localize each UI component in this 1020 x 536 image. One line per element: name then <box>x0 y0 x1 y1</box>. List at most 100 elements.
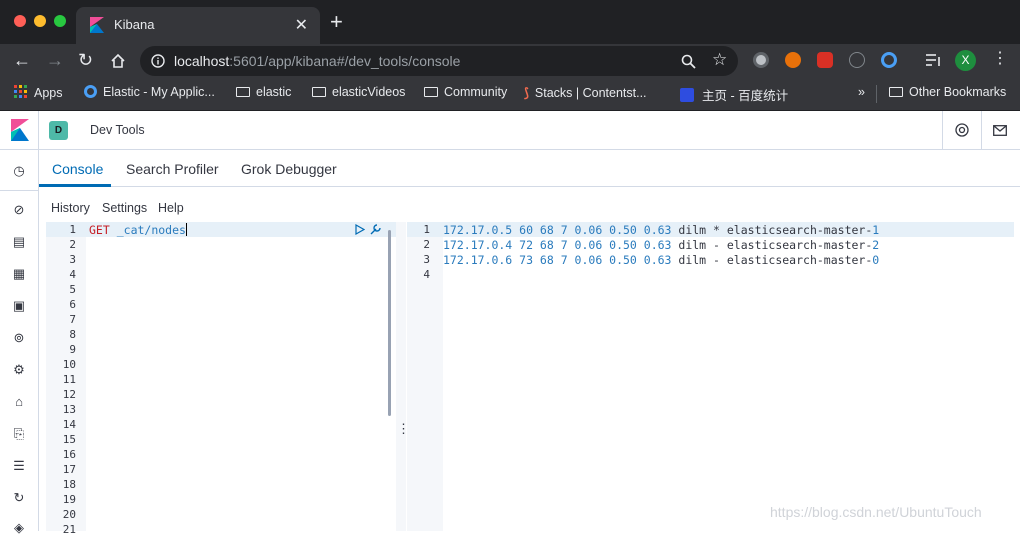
bookmark-other-bookmarks[interactable]: Other Bookmarks <box>889 85 1006 99</box>
line-number: 4 <box>69 268 76 281</box>
bookmark-elastic[interactable]: elastic <box>236 85 291 99</box>
header-divider <box>981 111 982 150</box>
breadcrumb-dev-tools: Dev Tools <box>90 123 145 137</box>
response-line: 172.17.0.4 72 68 7 0.06 0.50 0.63 dilm -… <box>443 238 879 252</box>
space-selector-avatar[interactable]: D <box>49 121 68 140</box>
bookmark-elasticvideos[interactable]: elasticVideos <box>312 85 405 99</box>
extension-blue-icon[interactable] <box>881 52 897 68</box>
logs-icon[interactable]: ⎘ <box>12 427 26 441</box>
browser-tab[interactable]: Kibana ✕ <box>76 7 320 44</box>
stacks-logo-icon: ⟆ <box>524 86 529 100</box>
search-icon[interactable] <box>681 54 696 69</box>
uptime-icon[interactable]: ↻ <box>12 491 26 505</box>
browser-menu-icon[interactable]: ⋮ <box>992 49 1008 69</box>
reading-list-icon[interactable] <box>925 53 941 67</box>
baidu-paw-icon <box>680 88 694 102</box>
line-number: 18 <box>62 478 76 491</box>
extension-record-icon[interactable] <box>753 52 769 68</box>
tab-console[interactable]: Console <box>52 161 103 177</box>
line-number: 19 <box>62 493 76 506</box>
response-node-index: 0 <box>872 253 880 267</box>
help-menu-link[interactable]: Help <box>158 201 184 215</box>
send-request-play-icon[interactable] <box>355 224 365 235</box>
line-number: 4 <box>423 268 430 281</box>
request-path: _cat/nodes <box>116 223 186 237</box>
history-menu-link[interactable]: History <box>51 201 90 215</box>
canvas-icon[interactable]: ▣ <box>12 299 26 313</box>
response-numeric-text: 172.17.0.5 60 68 7 0.06 0.50 0.63 <box>443 223 672 237</box>
line-number: 3 <box>69 253 76 266</box>
dashboard-icon[interactable]: ▦ <box>12 267 26 281</box>
new-tab-icon[interactable]: + <box>330 11 343 33</box>
folder-icon <box>424 87 438 97</box>
line-number: 6 <box>69 298 76 311</box>
nav-divider <box>0 190 38 191</box>
extension-network-icon[interactable] <box>785 52 801 68</box>
help-icon[interactable] <box>955 123 969 137</box>
line-number: 7 <box>69 313 76 326</box>
response-node-text: dilm - elasticsearch-master- <box>671 238 873 252</box>
response-node-index: 2 <box>872 238 880 252</box>
minimize-window-button[interactable] <box>34 15 46 27</box>
line-number: 14 <box>62 418 76 431</box>
request-method: GET <box>89 223 110 237</box>
bookmark-star-icon[interactable]: ☆ <box>712 50 727 70</box>
active-tab-indicator <box>39 184 111 187</box>
bookmark-apps[interactable]: Apps <box>14 85 63 100</box>
kibana-header: D Dev Tools <box>0 111 1020 150</box>
bookmark-stacks-contentstack[interactable]: ⟆ Stacks | Contentst... <box>524 85 647 100</box>
profile-avatar[interactable]: X <box>955 50 976 71</box>
dev-tools-tabs: Console Search Profiler Grok Debugger <box>39 150 1020 187</box>
response-node-index: 1 <box>872 223 880 237</box>
newsfeed-mail-icon[interactable] <box>993 125 1007 136</box>
line-number: 15 <box>62 433 76 446</box>
response-numeric-text: 172.17.0.6 73 68 7 0.06 0.50 0.63 <box>443 253 672 267</box>
line-number: 8 <box>69 328 76 341</box>
maximize-window-button[interactable] <box>54 15 66 27</box>
infrastructure-icon[interactable]: ⌂ <box>12 395 26 409</box>
close-window-button[interactable] <box>14 15 26 27</box>
ml-icon[interactable]: ⚙ <box>12 363 26 377</box>
bookmark-elastic-my-applic[interactable]: Elastic - My Applic... <box>84 85 215 99</box>
visualize-chart-icon[interactable]: ▤ <box>12 235 26 249</box>
folder-icon <box>312 87 326 97</box>
reload-icon[interactable]: ↻ <box>78 49 93 71</box>
request-editor[interactable] <box>86 222 396 531</box>
wrench-actions-icon[interactable] <box>369 223 382 236</box>
recently-viewed-clock-icon[interactable]: ◷ <box>12 164 26 178</box>
bookmarks-overflow-button[interactable]: » <box>858 85 865 99</box>
settings-menu-link[interactable]: Settings <box>102 201 147 215</box>
info-icon[interactable] <box>151 54 165 68</box>
bookmark-baidu-tongji[interactable]: 主页 - 百度统计 <box>680 85 788 104</box>
bookmarks-divider <box>876 85 877 103</box>
tab-grok-debugger[interactable]: Grok Debugger <box>241 161 337 177</box>
close-tab-icon[interactable]: ✕ <box>295 15 308 35</box>
siem-icon[interactable]: ◈ <box>12 521 26 535</box>
line-number: 3 <box>423 253 430 266</box>
watermark-text: https://blog.csdn.net/UbuntuTouch <box>770 504 982 520</box>
line-number: 10 <box>62 358 76 371</box>
extension-info-icon[interactable] <box>849 52 865 68</box>
home-icon[interactable] <box>110 53 126 69</box>
discover-compass-icon[interactable]: ⊘ <box>12 203 26 217</box>
bookmarks-bar: Apps Elastic - My Applic... elastic elas… <box>0 78 1020 111</box>
forward-icon[interactable]: → <box>46 49 64 71</box>
address-bar[interactable]: localhost:5601/app/kibana#/dev_tools/con… <box>140 46 738 76</box>
line-number: 1 <box>423 223 430 236</box>
kibana-favicon-icon <box>90 17 104 33</box>
apm-icon[interactable]: ☰ <box>12 459 26 473</box>
line-number: 21 <box>62 523 76 536</box>
extension-adblock-icon[interactable] <box>817 52 833 68</box>
browser-toolbar: ← → ↻ localhost:5601/app/kibana#/dev_too… <box>0 44 1020 78</box>
request-scrollbar[interactable] <box>388 230 391 416</box>
bookmark-community[interactable]: Community <box>424 85 507 99</box>
text-cursor <box>185 223 187 236</box>
request-line[interactable]: GET _cat/nodes <box>89 223 187 237</box>
line-number: 11 <box>62 373 76 386</box>
line-number: 12 <box>62 388 76 401</box>
kibana-logo-icon[interactable] <box>11 119 29 141</box>
back-icon[interactable]: ← <box>13 49 31 71</box>
maps-icon[interactable]: ⊚ <box>12 331 26 345</box>
tab-search-profiler[interactable]: Search Profiler <box>126 161 219 177</box>
line-number: 5 <box>69 283 76 296</box>
